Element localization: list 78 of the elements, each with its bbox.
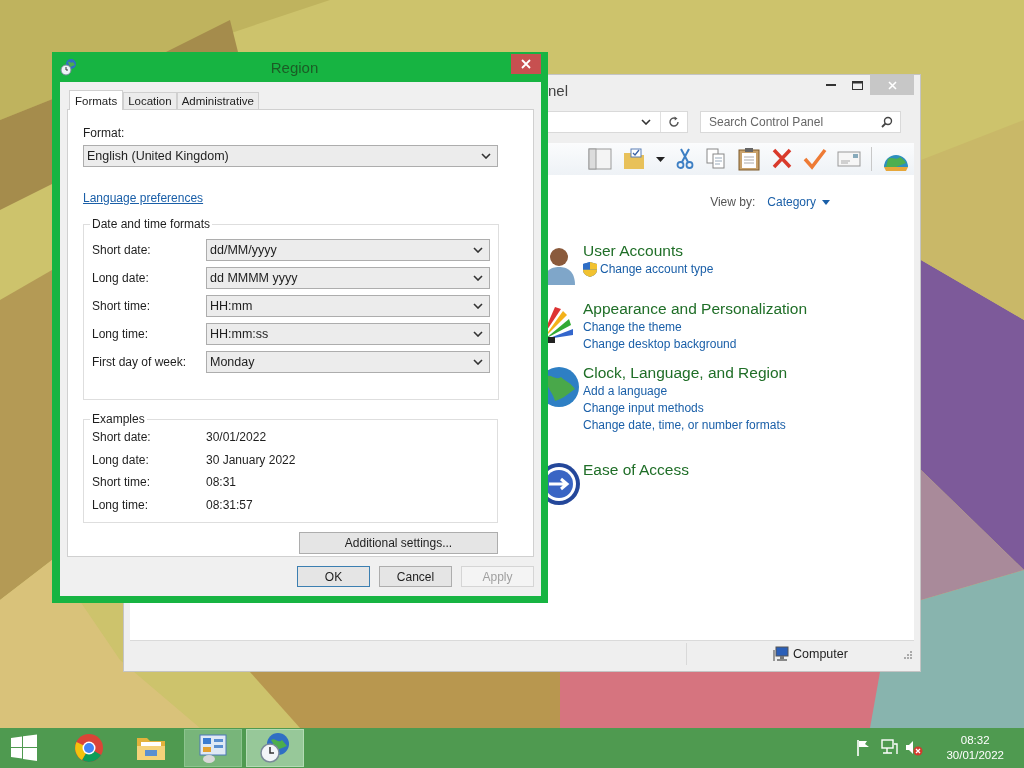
browser-icon: [74, 733, 104, 763]
tab[interactable]: Location: [123, 92, 177, 109]
task-link[interactable]: Change the theme: [583, 319, 808, 336]
field-label: Short date:: [92, 430, 152, 445]
refresh-icon[interactable]: [668, 116, 680, 128]
group-title: Examples: [91, 412, 146, 426]
task-link[interactable]: Change input methods: [583, 400, 788, 417]
example-value: 30 January 2022: [206, 452, 296, 467]
category-link[interactable]: Clock, Language, and Region: [583, 363, 788, 383]
chevron-icon: [641, 119, 651, 125]
layout-icon[interactable]: [588, 147, 612, 171]
format-dropdown[interactable]: HH:mm:ss: [206, 323, 490, 345]
format-dropdown[interactable]: Monday: [206, 351, 490, 373]
format-dropdown[interactable]: dd MMMM yyyy: [206, 267, 490, 289]
field-label: Short time:: [92, 475, 152, 490]
volume-muted-icon[interactable]: [905, 739, 924, 757]
tab[interactable]: Formats: [69, 90, 124, 110]
resize-grip-icon[interactable]: [903, 649, 912, 659]
search-field[interactable]: Search Control Panel: [700, 111, 901, 133]
clipboard-icon[interactable]: [737, 147, 761, 171]
additional-settings-button[interactable]: Additional settings...: [299, 532, 498, 554]
search-icon[interactable]: [881, 116, 893, 128]
dialog-button[interactable]: OK: [297, 566, 370, 587]
field-label: Long date:: [92, 452, 150, 467]
example-value: 30/01/2022: [206, 430, 267, 445]
field-label: Long time:: [92, 327, 150, 341]
chevron-icon: [473, 247, 483, 253]
format-dropdown[interactable]: dd/MM/yyyy: [206, 239, 490, 261]
caret-icon: [822, 199, 830, 205]
window-title: nel: [547, 81, 570, 99]
scissors-icon[interactable]: [675, 147, 695, 171]
minimize-icon: [826, 83, 836, 87]
field-label: Short time:: [92, 299, 152, 313]
field-label: First day of week:: [92, 355, 188, 369]
format-dropdown[interactable]: English (United Kingdom): [83, 145, 498, 167]
chevron-icon: [473, 303, 483, 309]
delete-icon[interactable]: [771, 147, 793, 171]
close-icon: [887, 80, 897, 90]
taskbar-button[interactable]: [184, 729, 242, 767]
group-title: Date and time formats: [91, 217, 212, 231]
chevron-icon: [481, 153, 491, 159]
view-by-label: View by:: [710, 195, 756, 209]
checkmark-icon[interactable]: [803, 147, 827, 171]
close-button[interactable]: [511, 54, 541, 74]
control-panel-icon: [197, 732, 229, 764]
network-icon[interactable]: [880, 739, 899, 757]
example-value: 08:31: [206, 475, 237, 490]
windows-logo-icon: [10, 734, 38, 762]
computer-icon: [773, 646, 789, 662]
category-link[interactable]: Appearance and Personalization: [583, 299, 808, 319]
chevron-icon: [473, 359, 483, 365]
status-location: Computer: [793, 647, 848, 661]
tab[interactable]: Administrative: [176, 92, 259, 109]
task-link[interactable]: Change account type: [583, 261, 714, 278]
language-preferences-link[interactable]: Language preferences: [83, 191, 204, 205]
task-link[interactable]: Add a language: [583, 383, 788, 400]
category-link[interactable]: Ease of Access: [583, 460, 689, 480]
task-link[interactable]: Change date, time, or number formats: [583, 417, 788, 434]
dialog-title: Region: [269, 58, 320, 76]
task-link[interactable]: Change desktop background: [583, 336, 808, 353]
example-value: 08:31:57: [206, 497, 253, 512]
field-label: Short date:: [92, 243, 152, 257]
dialog-button[interactable]: Cancel: [379, 566, 452, 587]
taskbar-button[interactable]: [246, 729, 304, 767]
chevron-icon: [473, 275, 483, 281]
category-link[interactable]: User Accounts: [583, 241, 714, 261]
globe-clock-icon: [60, 58, 78, 76]
copy-icon[interactable]: [705, 147, 727, 171]
format-dropdown[interactable]: HH:mm: [206, 295, 490, 317]
close-icon: [521, 59, 531, 69]
maximize-icon: [851, 80, 863, 90]
field-label: Long date:: [92, 271, 150, 285]
field-label: Format:: [83, 125, 126, 141]
chevron-icon: [473, 331, 483, 337]
folder-icon[interactable]: [622, 147, 646, 171]
globe-clock-icon: [259, 732, 291, 764]
field-label: Long time:: [92, 497, 150, 512]
view-by-dropdown[interactable]: Category: [767, 195, 830, 209]
